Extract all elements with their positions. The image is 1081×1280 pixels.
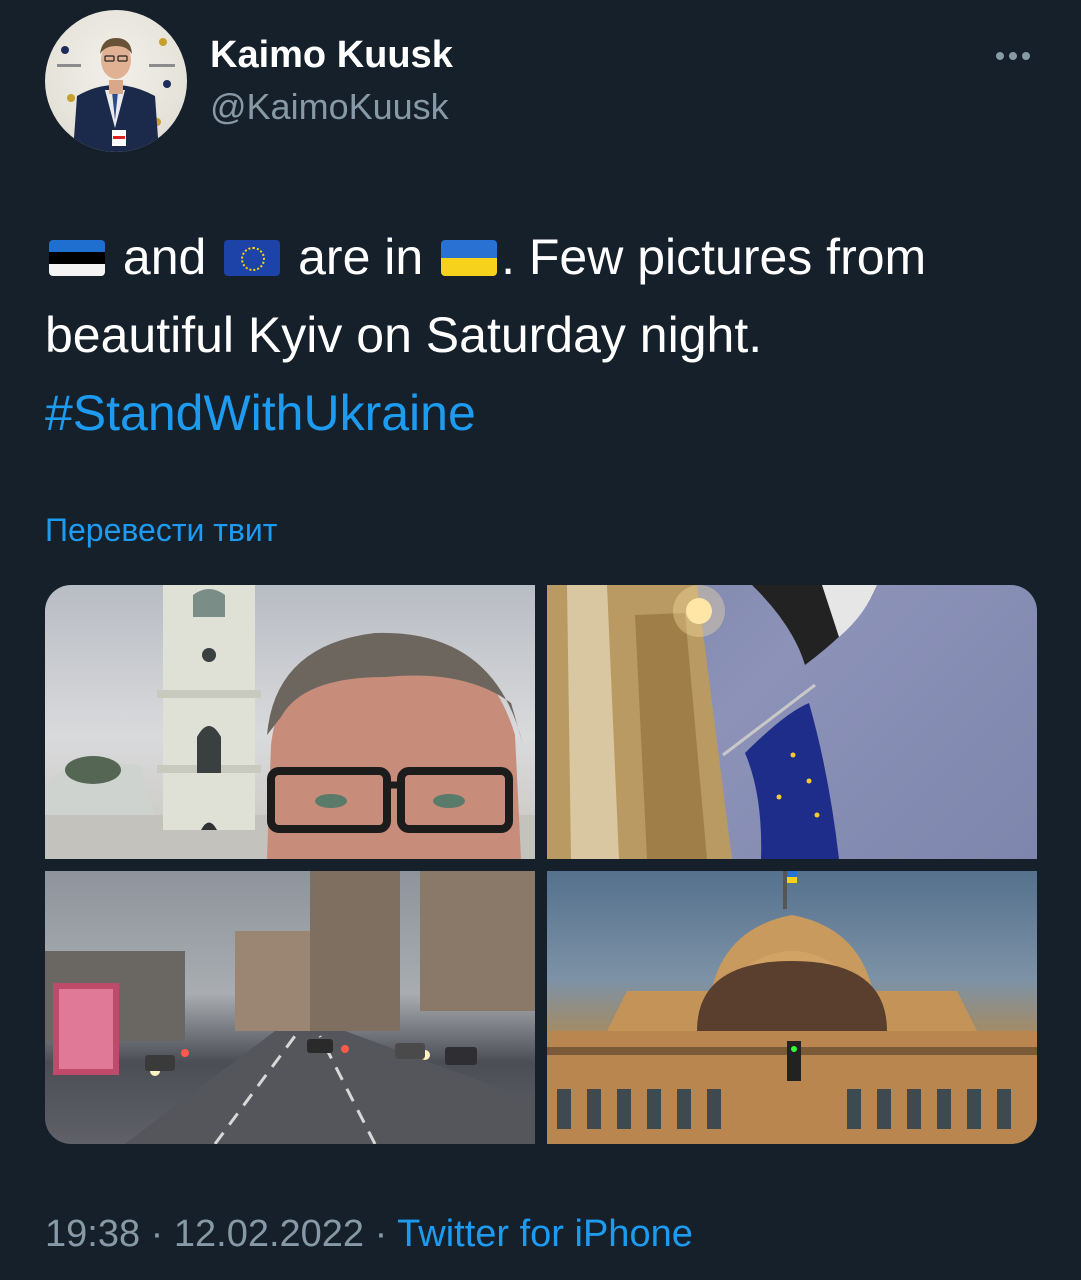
media-grid — [45, 585, 1037, 1144]
more-dot-icon — [1022, 52, 1030, 60]
author-name[interactable]: Kaimo Kuusk — [210, 34, 453, 77]
media-photo-flags[interactable] — [547, 585, 1037, 859]
hashtag-link[interactable]: #StandWithUkraine — [45, 385, 476, 441]
more-options-button[interactable] — [988, 38, 1038, 74]
tweet-source-link[interactable]: Twitter for iPhone — [397, 1213, 693, 1255]
street-photo-image — [45, 871, 535, 1144]
selfie-photo-image — [45, 585, 535, 859]
media-photo-market[interactable] — [547, 871, 1037, 1144]
market-photo-image — [547, 871, 1037, 1144]
meta-separator: · — [364, 1213, 398, 1255]
media-photo-street[interactable] — [45, 871, 535, 1144]
flags-photo-image — [547, 585, 877, 859]
media-photo-selfie[interactable] — [45, 585, 535, 859]
tweet-date[interactable]: 12.02.2022 — [174, 1213, 364, 1255]
more-dot-icon — [996, 52, 1004, 60]
meta-separator: · — [140, 1213, 174, 1255]
tweet-metadata: 19:38 · 12.02.2022 · Twitter for iPhone — [45, 1213, 693, 1256]
translate-tweet-link[interactable]: Перевести твит — [45, 512, 277, 549]
more-dot-icon — [1009, 52, 1017, 60]
estonia-flag-icon — [49, 240, 105, 276]
eu-flag-icon — [224, 240, 281, 276]
avatar-photo — [57, 38, 175, 152]
tweet-text-segment: are in — [284, 229, 438, 285]
tweet-text-segment: and — [109, 229, 221, 285]
tweet-text: and are in . Few pictures from beautiful… — [45, 218, 1045, 452]
ukraine-flag-icon — [441, 240, 498, 276]
tweet-time[interactable]: 19:38 — [45, 1213, 140, 1255]
author-handle[interactable]: @KaimoKuusk — [210, 86, 449, 128]
avatar[interactable] — [45, 10, 187, 152]
